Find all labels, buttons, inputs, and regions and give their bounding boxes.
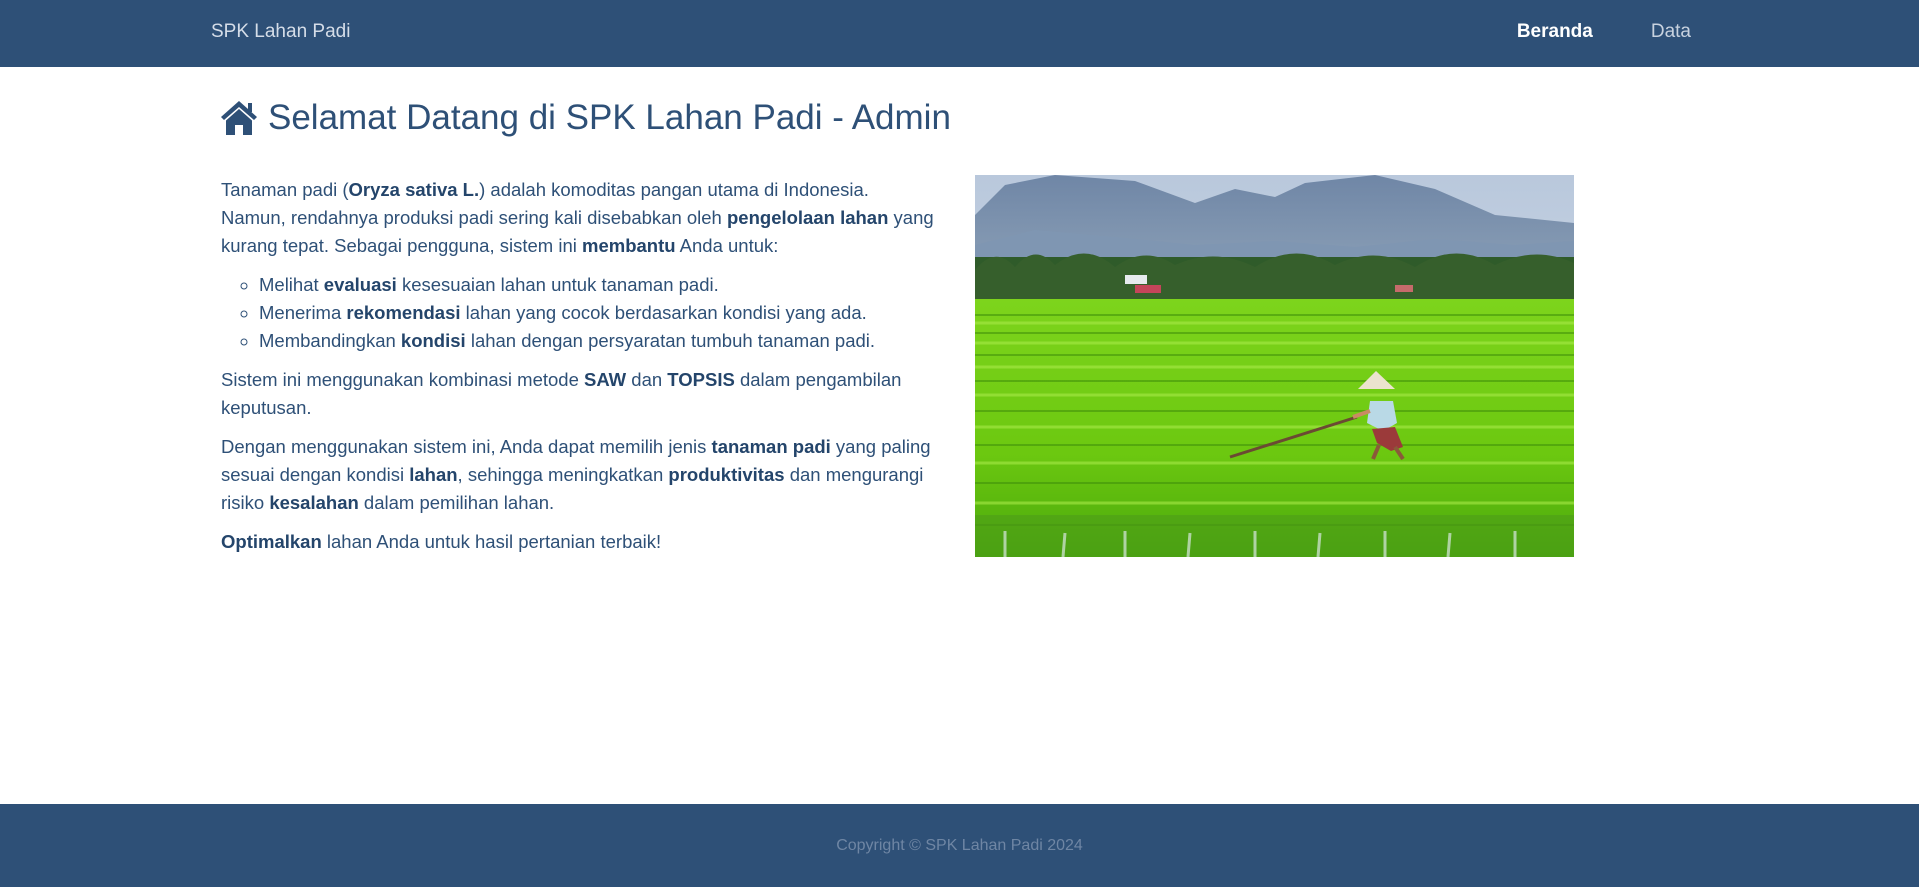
feature-list: Melihat evaluasi kesesuaian lahan untuk … [221, 271, 936, 355]
brand-link[interactable]: SPK Lahan Padi [211, 21, 350, 43]
list-item-text: Menerima [259, 302, 347, 323]
intro-bold: pengelolaan lahan [727, 207, 889, 228]
rice-field-illustration [975, 175, 1574, 557]
closing-text: lahan Anda untuk hasil pertanian terbaik… [321, 531, 662, 552]
closing-paragraph: Optimalkan lahan Anda untuk hasil pertan… [221, 528, 936, 556]
method-text: dan [626, 369, 668, 390]
intro-paragraph: Tanaman padi (Oryza sativa L.) adalah ko… [221, 176, 936, 260]
nav-link-beranda[interactable]: Beranda [1517, 21, 1593, 43]
nav-links: Beranda Data [1517, 21, 1691, 43]
list-item-bold: rekomendasi [346, 302, 461, 323]
benefit-text: , sehingga meningkatkan [457, 464, 669, 485]
nav-link-data[interactable]: Data [1651, 21, 1691, 43]
page-title: Selamat Datang di SPK Lahan Padi - Admin [268, 98, 951, 137]
method-paragraph: Sistem ini menggunakan kombinasi metode … [221, 366, 936, 422]
list-item: Menerima rekomendasi lahan yang cocok be… [259, 299, 936, 327]
intro-text: Anda untuk: [675, 235, 779, 256]
method-text: Sistem ini menggunakan kombinasi metode [221, 369, 584, 390]
list-item-text: Membandingkan [259, 330, 401, 351]
list-item: Melihat evaluasi kesesuaian lahan untuk … [259, 271, 936, 299]
list-item-text: kesesuaian lahan untuk tanaman padi. [396, 274, 719, 295]
list-item-bold: evaluasi [323, 274, 397, 295]
intro-bold: Oryza sativa L. [348, 179, 480, 200]
page-header: Selamat Datang di SPK Lahan Padi - Admin [220, 98, 951, 138]
benefit-bold: produktivitas [668, 464, 785, 485]
benefit-bold: kesalahan [269, 492, 359, 513]
list-item-bold: kondisi [400, 330, 466, 351]
benefit-bold: lahan [409, 464, 458, 485]
intro-content: Tanaman padi (Oryza sativa L.) adalah ko… [221, 176, 936, 567]
list-item-text: lahan dengan persyaratan tumbuh tanaman … [465, 330, 876, 351]
rice-field-image [975, 175, 1574, 557]
benefit-paragraph: Dengan menggunakan sistem ini, Anda dapa… [221, 433, 936, 517]
list-item: Membandingkan kondisi lahan dengan persy… [259, 327, 936, 355]
benefit-text: Dengan menggunakan sistem ini, Anda dapa… [221, 436, 712, 457]
method-bold: TOPSIS [667, 369, 735, 390]
benefit-text: dalam pemilihan lahan. [358, 492, 555, 513]
list-item-text: Melihat [259, 274, 324, 295]
intro-bold: membantu [582, 235, 676, 256]
method-bold: SAW [584, 369, 627, 390]
copyright-text: Copyright © SPK Lahan Padi 2024 [836, 836, 1083, 854]
navbar: SPK Lahan Padi Beranda Data [0, 0, 1919, 67]
home-icon [221, 101, 257, 135]
closing-bold: Optimalkan [221, 531, 322, 552]
intro-text: Tanaman padi ( [221, 179, 349, 200]
benefit-bold: tanaman padi [711, 436, 831, 457]
footer: Copyright © SPK Lahan Padi 2024 [0, 804, 1919, 887]
list-item-text: lahan yang cocok berdasarkan kondisi yan… [460, 302, 867, 323]
